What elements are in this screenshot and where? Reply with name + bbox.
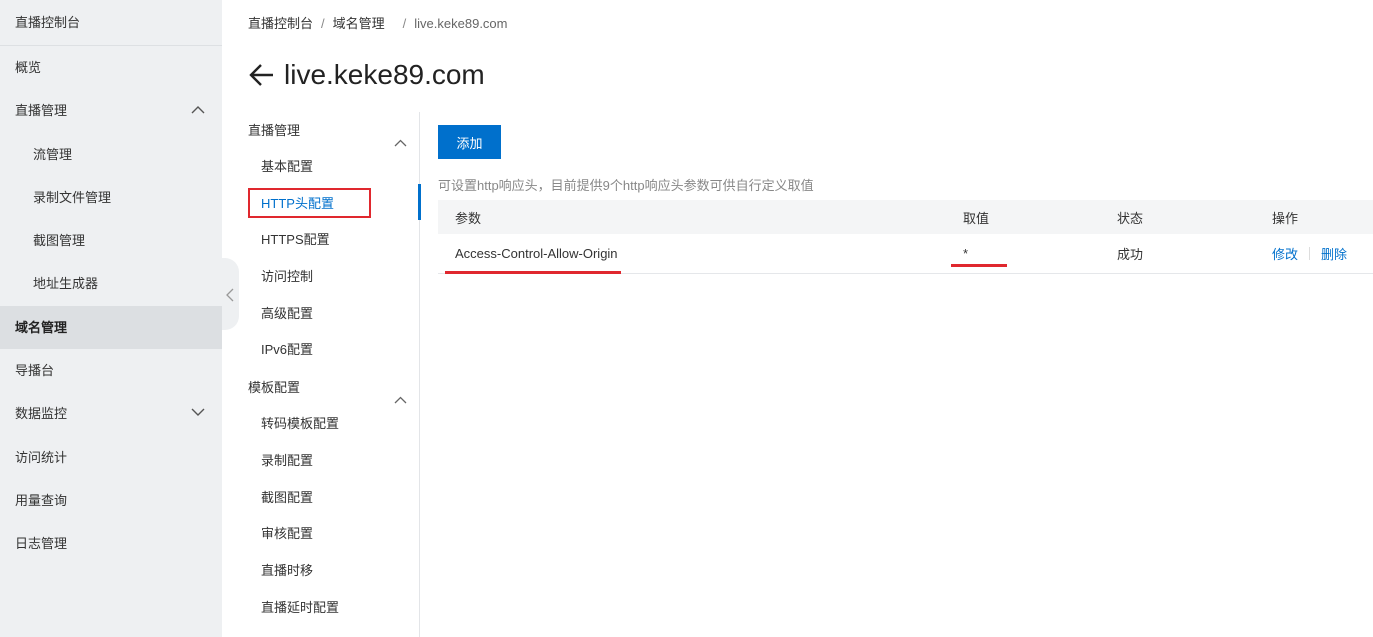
sidebar-item-overview[interactable]: 概览	[0, 46, 222, 89]
subnav-item-review-config[interactable]: 审核配置	[240, 516, 419, 553]
sidebar-item-director[interactable]: 导播台	[0, 349, 222, 392]
back-arrow-icon[interactable]	[248, 61, 276, 89]
add-button[interactable]: 添加	[438, 125, 501, 159]
http-header-panel: 添加 可设置http响应头，目前提供9个http响应头参数可供自行定义取值 参数…	[438, 125, 1373, 274]
sidebar-item-address-generator[interactable]: 地址生成器	[0, 262, 222, 305]
sidebar-item-label: 数据监控	[15, 406, 68, 422]
cell-status: 成功	[1117, 247, 1144, 262]
table-row: Access-Control-Allow-Origin * 成功 修改 删除	[438, 234, 1373, 274]
subnav-group-label: 模板配置	[248, 380, 301, 396]
sidebar-item-live-management[interactable]: 直播管理	[0, 89, 222, 132]
sidebar-title: 直播控制台	[0, 0, 222, 46]
edit-link[interactable]: 修改	[1272, 244, 1298, 263]
page-title: live.keke89.com	[284, 59, 485, 90]
sidebar-collapse-toggle[interactable]	[222, 258, 239, 330]
sidebar-item-label: 域名管理	[15, 319, 68, 335]
sidebar: 直播控制台 概览 直播管理 流管理 录制文件管理 截图管理 地址生成器 域名管理…	[0, 0, 222, 637]
subnav-item-advanced-config[interactable]: 高级配置	[240, 296, 419, 333]
sidebar-item-usage-query[interactable]: 用量查询	[0, 479, 222, 522]
subnav-item-label: 审核配置	[261, 526, 314, 542]
subnav-item-label: 截图配置	[261, 489, 314, 505]
sidebar-item-label: 截图管理	[33, 233, 86, 249]
column-header-value: 取值	[963, 210, 990, 226]
subnav-group-template-config[interactable]: 模板配置	[240, 369, 419, 406]
sidebar-item-log-management[interactable]: 日志管理	[0, 522, 222, 565]
sidebar-item-data-monitoring[interactable]: 数据监控	[0, 392, 222, 435]
breadcrumb: 直播控制台 / 域名管理 / live.keke89.com	[248, 13, 508, 32]
sidebar-item-access-stats[interactable]: 访问统计	[0, 436, 222, 479]
column-header-ops: 操作	[1272, 210, 1299, 226]
sidebar-item-label: 访问统计	[15, 449, 68, 465]
table-header: 参数 取值 状态 操作	[438, 200, 1373, 234]
sidebar-item-label: 用量查询	[15, 492, 68, 508]
column-header-param: 参数	[455, 210, 482, 226]
sidebar-item-label: 日志管理	[15, 536, 68, 552]
sidebar-item-recording-files[interactable]: 录制文件管理	[0, 176, 222, 219]
sidebar-item-domain-management[interactable]: 域名管理	[0, 305, 222, 350]
sidebar-item-label: 录制文件管理	[33, 189, 112, 205]
domain-config-nav: 直播管理 基本配置 HTTP头配置 HTTPS配置 访问控制 高级配置 IPv6…	[240, 112, 421, 637]
chevron-down-icon[interactable]	[191, 392, 205, 435]
subnav-group-label: 直播管理	[248, 123, 301, 138]
subnav-item-time-shift[interactable]: 直播时移	[240, 553, 419, 590]
breadcrumb-section[interactable]: 域名管理	[333, 13, 385, 32]
cell-ops: 修改 删除	[1255, 244, 1373, 263]
sidebar-item-label: 地址生成器	[33, 276, 99, 292]
subnav-item-label: IPv6配置	[261, 342, 314, 358]
annotation-underline-value	[951, 264, 1007, 267]
subnav-item-screenshot-config[interactable]: 截图配置	[240, 480, 419, 517]
breadcrumb-separator: /	[402, 16, 407, 31]
annotation-highlight-box	[248, 188, 371, 218]
subnav-item-access-control[interactable]: 访问控制	[240, 259, 419, 296]
subnav-item-ipv6-config[interactable]: IPv6配置	[240, 332, 419, 369]
subnav-item-recording-config[interactable]: 录制配置	[240, 443, 419, 480]
subnav-item-label: 基本配置	[261, 159, 314, 174]
sidebar-item-label: 导播台	[15, 363, 55, 379]
sidebar-item-label: 直播管理	[15, 103, 68, 119]
sidebar-item-label: 流管理	[33, 146, 73, 162]
cell-value: *	[963, 246, 969, 261]
sidebar-item-stream-management[interactable]: 流管理	[0, 133, 222, 176]
hint-text: 可设置http响应头，目前提供9个http响应头参数可供自行定义取值	[438, 178, 814, 193]
breadcrumb-root[interactable]: 直播控制台	[248, 13, 313, 32]
subnav-item-label: 直播延时配置	[261, 599, 340, 615]
subnav-item-label: 转码模板配置	[261, 416, 340, 432]
subnav-item-label: 高级配置	[261, 305, 314, 321]
sidebar-item-screenshot-management[interactable]: 截图管理	[0, 219, 222, 262]
cell-param: Access-Control-Allow-Origin	[455, 246, 618, 261]
http-header-table: 参数 取值 状态 操作 Access-Control-Allow-Origin …	[438, 200, 1373, 274]
subnav-item-label: 录制配置	[261, 452, 314, 468]
breadcrumb-current: live.keke89.com	[414, 16, 508, 31]
breadcrumb-separator: /	[321, 16, 325, 31]
page-header: live.keke89.com	[248, 56, 485, 94]
annotation-underline-param	[445, 271, 621, 274]
subnav-active-indicator	[418, 184, 421, 220]
subnav-item-label: HTTPS配置	[261, 232, 330, 248]
subnav-item-label: 直播时移	[261, 562, 314, 578]
subnav-item-basic-config[interactable]: 基本配置	[240, 149, 419, 186]
subnav-item-delay-config[interactable]: 直播延时配置	[240, 590, 419, 627]
delete-link[interactable]: 删除	[1321, 244, 1347, 263]
subnav-item-transcode-template[interactable]: 转码模板配置	[240, 406, 419, 443]
subnav-group-live-management[interactable]: 直播管理	[240, 112, 419, 149]
subnav-item-https-config[interactable]: HTTPS配置	[240, 222, 419, 259]
chevron-up-icon[interactable]	[191, 89, 205, 132]
ops-divider	[1309, 247, 1311, 260]
column-header-status: 状态	[1117, 210, 1144, 226]
chevron-left-icon	[226, 288, 234, 302]
subnav-item-label: 访问控制	[261, 269, 314, 285]
sidebar-item-label: 概览	[15, 60, 42, 75]
